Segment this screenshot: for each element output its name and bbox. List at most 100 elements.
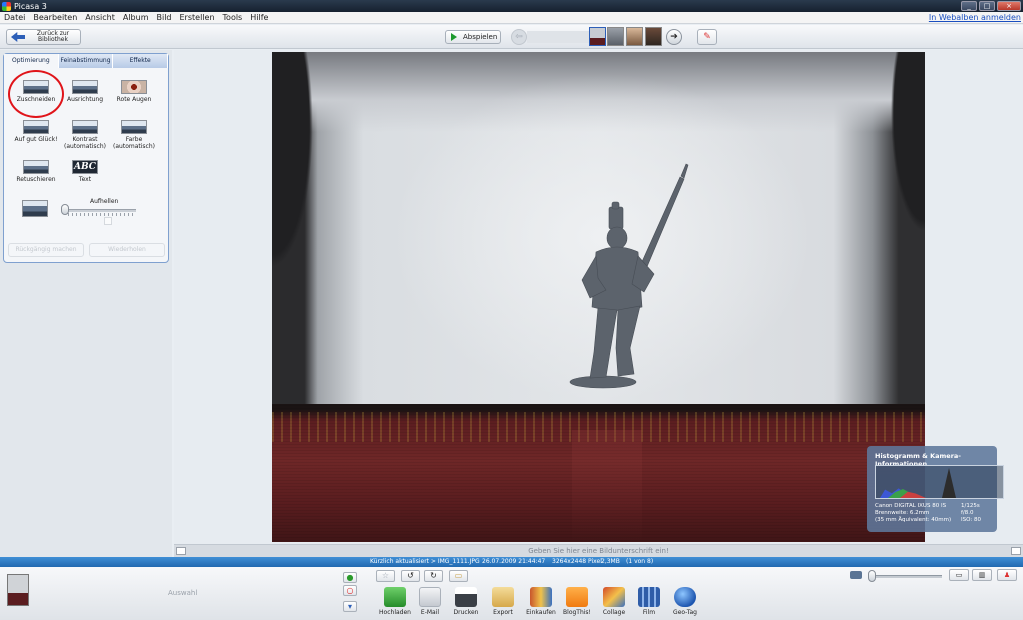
soldier-figurine [569,163,689,389]
auto-color-icon [121,120,147,134]
status-date: 26.07.2009 21:44:47 [482,558,546,565]
upload-label: Hochladen [379,609,411,616]
image-viewer: Histogramm & Kamera-Informationen Canon … [174,50,1023,544]
close-button[interactable]: × [997,1,1021,11]
blogger-icon [566,587,588,607]
email-envelope-icon [419,587,441,607]
web-albums-login-link[interactable]: In Webalben anmelden [929,13,1021,22]
hold-pin-button[interactable]: ● [343,572,357,583]
undo-button[interactable]: Rückgängig machen [8,243,84,257]
text-tool[interactable]: ABC Text [59,160,111,183]
menu-hilfe[interactable]: Hilfe [246,13,272,22]
retouch-label: Retuschieren [16,176,56,183]
filmstrip-thumb[interactable] [645,27,662,46]
aperture: f/8.0 [961,510,974,516]
rotate-right-button[interactable]: ↻ [424,570,443,582]
movie-action[interactable]: Film [632,587,666,616]
tab-optimierung[interactable]: Optimierung [4,54,59,68]
redeye-tool[interactable]: Rote Augen [108,80,160,103]
slideshow-play-button[interactable]: Abspielen [445,30,501,44]
thumbnail-zoom-slider[interactable] [868,575,942,578]
caption-input[interactable]: Geben Sie hier eine Bildunterschrift ein… [174,547,1023,555]
straighten-tool[interactable]: Ausrichtung [59,80,111,103]
redo-button[interactable]: Wiederholen [89,243,165,257]
redeye-label: Rote Augen [116,96,152,103]
histogram-graph [875,465,1004,499]
fill-light-slider-knob[interactable] [61,204,69,215]
previous-image-button[interactable]: ⇦ [511,29,527,45]
upload-action[interactable]: Hochladen [378,587,412,616]
auto-color-tool[interactable]: Farbe (automatisch) [108,120,160,150]
menu-ansicht[interactable]: Ansicht [81,13,119,22]
collage-action[interactable]: Collage [597,587,631,616]
auto-contrast-tool[interactable]: Kontrast (automatisch) [59,120,111,150]
menu-album[interactable]: Album [119,13,153,22]
feeling-lucky-tool[interactable]: Auf gut Glück! [10,120,62,143]
photo-preview[interactable] [272,52,925,542]
camera-model: Canon DIGITAL IXUS 80 IS [875,503,947,509]
text-label: Text [78,176,92,183]
menu-bild[interactable]: Bild [152,13,175,22]
retouch-tool[interactable]: Retuschieren [10,160,62,183]
back-to-library-label: Zurück zur Bibliothek [36,30,70,43]
tag-button[interactable]: ▭ [449,570,468,582]
clear-tray-button[interactable]: ○ [343,585,357,596]
add-to-album-button[interactable]: ▾ [343,601,357,612]
geotag-action[interactable]: Geo-Tag [668,587,702,616]
next-image-button[interactable]: ➔ [666,29,682,45]
view-compare-button[interactable]: ▥ [972,569,992,581]
text-abc-icon: ABC [72,160,98,174]
fill-light-icon [22,200,48,217]
filmstrip [527,31,589,43]
edit-tabs: Optimierung Feinabstimmung Effekte [4,54,169,68]
maximize-button[interactable]: □ [979,1,995,11]
thumbnail-zoom-knob[interactable] [868,570,876,582]
tab-effekte[interactable]: Effekte [113,54,169,68]
back-to-library-button[interactable]: Zurück zur Bibliothek [6,29,81,45]
caption-toggle-right[interactable] [1011,547,1021,555]
filmstrip-thumb[interactable] [607,27,624,46]
straighten-icon [72,80,98,94]
back-arrow-icon [11,32,25,42]
red-eye-icon [121,80,147,94]
histogram-luminance-peak [942,468,956,498]
view-single-button[interactable]: ▭ [949,569,969,581]
rotate-left-button[interactable]: ↺ [401,570,420,582]
tray-selected-thumbnail[interactable] [7,574,29,606]
menu-erstellen[interactable]: Erstellen [176,13,219,22]
tab-feinabstimmung[interactable]: Feinabstimmung [58,54,114,68]
export-action[interactable]: Export [486,587,520,616]
email-label: E-Mail [420,609,440,616]
view-people-button[interactable]: ♟ [997,569,1017,581]
filmstrip-thumb[interactable] [589,27,606,46]
photo-tray: Auswahl ● ○ ▾ ☆ ↺ ↻ ▭ Hochladen E-Mail D… [0,567,1023,620]
play-label: Abspielen [463,33,498,41]
export-label: Export [493,609,513,616]
blogthis-action[interactable]: BlogThis! [560,587,594,616]
minimize-button[interactable]: _ [961,1,977,11]
star-button[interactable]: ☆ [376,570,395,582]
status-file-size: 2,3MB [601,558,620,565]
film-icon [638,587,660,607]
tray-selection-label: Auswahl [168,589,198,597]
print-action[interactable]: Drucken [449,587,483,616]
menu-bearbeiten[interactable]: Bearbeiten [29,13,81,22]
edit-colors-button[interactable]: ✎ [697,29,717,45]
collage-icon [603,587,625,607]
focal-equivalent: (35 mm Äquivalent: 40mm) [875,517,952,523]
print-label: Drucken [453,609,479,616]
upload-icon [384,587,406,607]
geotag-label: Geo-Tag [673,609,697,616]
filmstrip-thumb[interactable] [626,27,643,46]
printer-icon [455,587,477,607]
caption-bar: Geben Sie hier eine Bildunterschrift ein… [174,544,1023,557]
straighten-label: Ausrichtung [66,96,104,103]
menu-tools[interactable]: Tools [219,13,247,22]
menu-datei[interactable]: Datei [0,13,29,22]
email-action[interactable]: E-Mail [413,587,447,616]
disabled-checkbox [104,217,112,225]
shop-action[interactable]: Einkaufen [524,587,558,616]
movie-label: Film [642,609,656,616]
histogram-camera-info-panel: Histogramm & Kamera-Informationen Canon … [867,446,1004,532]
fill-light-slider-track[interactable] [64,209,136,212]
